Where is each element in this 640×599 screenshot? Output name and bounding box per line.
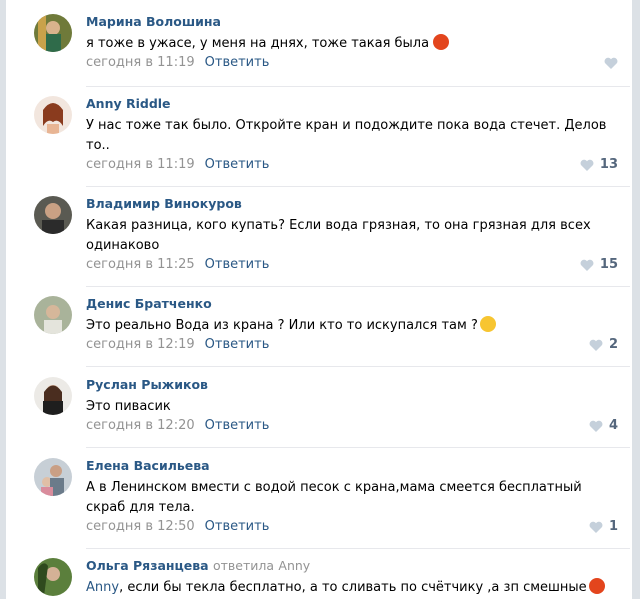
comment-time[interactable]: сегодня в 12:50 xyxy=(86,519,195,534)
reply-button[interactable]: Ответить xyxy=(205,418,270,433)
comment-text: Это реально Вода из крана ? Или кто то и… xyxy=(86,316,616,336)
comment-time[interactable]: сегодня в 12:19 xyxy=(86,337,195,352)
comment-text-body: я тоже в ужасе, у меня на днях, тоже так… xyxy=(86,36,430,51)
separator xyxy=(86,186,630,187)
comment-item: Anny Riddle У нас тоже так было. Откройт… xyxy=(34,96,630,180)
avatar[interactable] xyxy=(34,196,72,234)
mention-link[interactable]: Anny xyxy=(86,580,119,595)
avatar[interactable] xyxy=(34,558,72,596)
avatar[interactable] xyxy=(34,458,72,496)
angry-emoji-icon xyxy=(433,34,450,50)
heart-icon xyxy=(589,420,603,432)
comment-author: Ольга Рязанцева ответила Anny xyxy=(86,558,310,573)
like-button[interactable]: 4 xyxy=(589,418,618,433)
heart-icon xyxy=(580,259,594,271)
comment-item: Владимир Винокуров Какая разница, кого к… xyxy=(34,196,630,280)
comment-item: Ольга Рязанцева ответила Anny Anny, если… xyxy=(34,558,630,599)
comment-text: Anny, если бы текла бесплатно, а то слив… xyxy=(86,578,616,598)
page-left-border xyxy=(0,0,6,599)
comment-text: А в Ленинском вмести с водой песок с кра… xyxy=(86,480,582,515)
reply-button[interactable]: Ответить xyxy=(205,519,270,534)
comment-text-body: Это реально Вода из крана ? Или кто то и… xyxy=(86,318,478,333)
like-button[interactable] xyxy=(604,57,618,69)
comment-meta: сегодня в 12:19 Ответить xyxy=(86,337,269,352)
comment-author[interactable]: Anny Riddle xyxy=(86,96,171,111)
comment-meta: сегодня в 11:19 Ответить xyxy=(86,55,269,70)
separator xyxy=(86,286,630,287)
reply-to-label: ответила xyxy=(212,558,275,573)
comment-item: Елена Васильева А в Ленинском вмести с в… xyxy=(34,458,630,542)
like-button[interactable]: 1 xyxy=(589,519,618,534)
like-button[interactable]: 15 xyxy=(580,257,618,272)
reply-button[interactable]: Ответить xyxy=(205,257,270,272)
comment-text-body: , если бы текла бесплатно, а то сливать … xyxy=(119,580,587,595)
separator xyxy=(86,86,630,87)
separator xyxy=(86,548,630,549)
comment-text: Это пивасик xyxy=(86,399,171,414)
comment-author-name[interactable]: Ольга Рязанцева xyxy=(86,558,209,573)
comment-author[interactable]: Елена Васильева xyxy=(86,458,210,473)
avatar[interactable] xyxy=(34,14,72,52)
heart-icon xyxy=(580,159,594,171)
comment-time[interactable]: сегодня в 11:25 xyxy=(86,257,195,272)
comment-text: я тоже в ужасе, у меня на днях, тоже так… xyxy=(86,34,616,54)
heart-icon xyxy=(604,57,618,69)
reply-button[interactable]: Ответить xyxy=(205,55,270,70)
like-button[interactable]: 2 xyxy=(589,337,618,352)
comment-time[interactable]: сегодня в 11:19 xyxy=(86,157,195,172)
comment-meta: сегодня в 11:19 Ответить xyxy=(86,157,269,172)
avatar[interactable] xyxy=(34,96,72,134)
comment-time[interactable]: сегодня в 11:19 xyxy=(86,55,195,70)
avatar[interactable] xyxy=(34,377,72,415)
comment-item: Денис Братченко Это реально Вода из кран… xyxy=(34,296,630,360)
reply-to-name[interactable]: Anny xyxy=(278,558,310,573)
like-count: 1 xyxy=(608,519,618,534)
angry-emoji-icon xyxy=(588,578,605,594)
avatar[interactable] xyxy=(34,296,72,334)
comment-text: У нас тоже так было. Откройте кран и под… xyxy=(86,118,607,153)
comment-item: Руслан Рыжиков Это пивасик сегодня в 12:… xyxy=(34,377,630,441)
reply-button[interactable]: Ответить xyxy=(205,337,270,352)
comment-meta: сегодня в 12:20 Ответить xyxy=(86,418,269,433)
like-count: 4 xyxy=(608,418,618,433)
like-count: 15 xyxy=(599,257,618,272)
like-count: 13 xyxy=(599,157,618,172)
separator xyxy=(86,366,630,367)
reply-button[interactable]: Ответить xyxy=(205,157,270,172)
comment-meta: сегодня в 12:50 Ответить xyxy=(86,519,269,534)
like-count: 2 xyxy=(608,337,618,352)
comment-meta: сегодня в 11:25 Ответить xyxy=(86,257,269,272)
comment-item: Марина Волошина я тоже в ужасе, у меня н… xyxy=(34,14,630,84)
comment-author[interactable]: Владимир Винокуров xyxy=(86,196,242,211)
comment-time[interactable]: сегодня в 12:20 xyxy=(86,418,195,433)
comment-author[interactable]: Марина Волошина xyxy=(86,14,221,29)
laughing-emoji-icon xyxy=(479,316,496,332)
comment-text: Какая разница, кого купать? Если вода гр… xyxy=(86,218,591,253)
separator xyxy=(86,447,630,448)
heart-icon xyxy=(589,339,603,351)
comment-author[interactable]: Руслан Рыжиков xyxy=(86,377,208,392)
comment-author[interactable]: Денис Братченко xyxy=(86,296,212,311)
heart-icon xyxy=(589,521,603,533)
page-right-border xyxy=(632,0,640,599)
like-button[interactable]: 13 xyxy=(580,157,618,172)
